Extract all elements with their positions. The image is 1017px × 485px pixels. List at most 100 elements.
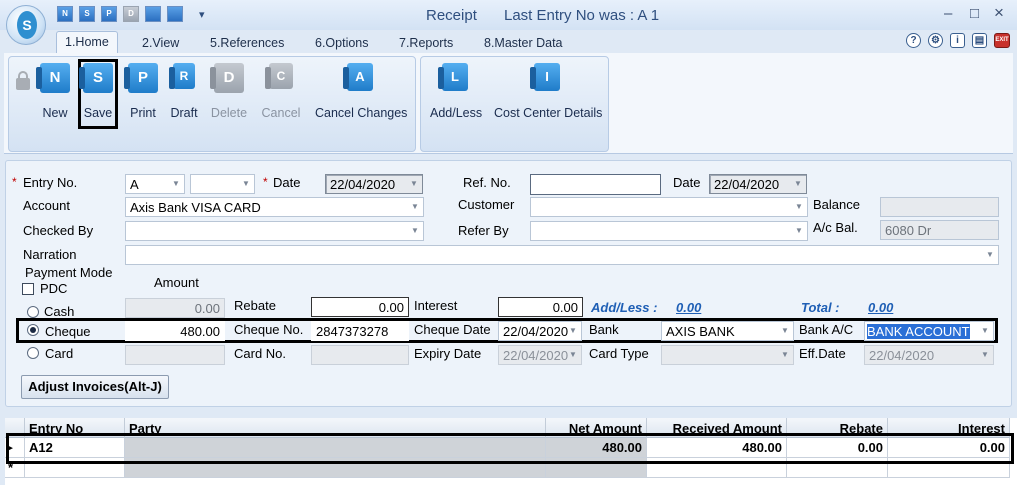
delete-button-label: Delete [210,106,248,120]
ref-date-picker[interactable]: 22/04/2020 ▼ [709,174,807,194]
cancel-icon: C [265,63,293,89]
lock-icon[interactable] [16,71,30,90]
date-label: Date [273,175,301,190]
save-icon: S [79,63,113,93]
app-logo-icon[interactable]: S [6,5,46,45]
eff-date-label: Eff.Date [799,346,846,361]
info-icon[interactable]: i [950,33,965,48]
entry-no-suffix-select[interactable]: ▼ [190,174,255,194]
cheque-amount-input[interactable]: 480.00 [125,321,225,341]
customer-select[interactable]: ▼ [530,197,808,217]
qa-print-icon[interactable]: P [101,6,117,22]
logo-letter: S [17,11,37,39]
cheque-no-label: Cheque No. [234,322,304,337]
tab-master-data[interactable]: 8.Master Data [476,33,571,53]
notes-icon[interactable]: ▤ [972,33,987,48]
card-radio[interactable] [27,347,39,359]
add-less-summary-label: Add/Less : [591,300,658,315]
new-button[interactable]: N New [36,63,73,120]
refer-by-select[interactable]: ▼ [530,221,808,241]
qa-new-icon[interactable]: N [57,6,73,22]
grid-row-highlight [6,433,1014,464]
add-less-icon: L [438,63,468,91]
chevron-down-icon: ▼ [411,202,419,211]
bank-ac-select[interactable]: BANK ACCOUNT ▼ [864,321,994,341]
chevron-down-icon: ▼ [781,350,789,359]
qa-close-doc-icon[interactable] [167,6,183,22]
rebate-input[interactable]: 0.00 [311,297,409,317]
chevron-down-icon: ▼ [781,326,789,335]
cash-radio[interactable] [27,306,39,318]
bank-select[interactable]: AXIS BANK ▼ [661,321,794,341]
account-select[interactable]: Axis Bank VISA CARD ▼ [125,197,424,217]
ac-bal-field: 6080 Dr [880,220,999,240]
chevron-down-icon: ▼ [986,250,994,259]
total-value: 0.00 [868,300,894,315]
chevron-down-icon: ▼ [794,179,802,188]
total-label: Total : [801,300,840,315]
checked-by-label: Checked By [23,223,94,238]
account-label: Account [23,198,70,213]
cash-label: Cash [44,304,75,319]
card-no-field [311,345,409,365]
tab-view[interactable]: 2.View [134,33,187,53]
new-icon: N [36,63,70,93]
narration-input[interactable]: ▼ [125,245,999,265]
add-less-summary-value[interactable]: 0.00 [676,300,701,315]
chevron-down-icon: ▼ [569,326,577,335]
ref-no-input[interactable] [530,174,661,195]
draft-icon: R [169,63,195,89]
add-less-button[interactable]: L Add/Less [430,63,482,120]
pdc-label: PDC [40,281,68,296]
minimize-button[interactable]: – [944,5,952,22]
cheque-date-picker[interactable]: 22/04/2020 ▼ [498,321,582,341]
close-button[interactable]: × [994,3,1004,23]
new-button-label: New [42,106,68,120]
save-button[interactable]: S Save [78,59,118,129]
tab-reports[interactable]: 7.Reports [391,33,461,53]
print-icon: P [124,63,158,93]
tab-options[interactable]: 6.Options [307,33,377,53]
draft-button-label: Draft [170,106,198,120]
last-entry-status: Last Entry No was : A 1 [504,7,660,24]
expiry-date-picker: 22/04/2020 ▼ [498,345,582,365]
exit-icon[interactable]: EXIT [994,33,1010,48]
print-button[interactable]: P Print [124,63,160,120]
settings-icon[interactable]: ⚙ [928,33,943,48]
restore-button[interactable]: □ [970,5,979,22]
qa-delete-icon[interactable]: D [123,6,139,22]
qa-save-icon[interactable]: S [79,6,95,22]
tab-references[interactable]: 5.References [202,33,292,53]
cancel-button[interactable]: C Cancel [261,63,301,120]
adjust-invoices-button[interactable]: Adjust Invoices(Alt-J) [21,375,169,399]
delete-button[interactable]: D Delete [210,63,248,120]
payment-mode-label: Payment Mode [25,265,113,280]
delete-icon: D [210,63,244,93]
chevron-down-icon: ▼ [981,350,989,359]
pdc-checkbox[interactable] [22,283,34,295]
window-title: Receipt [426,7,477,24]
entry-no-series-select[interactable]: A ▼ [125,174,185,194]
qa-exit-icon[interactable] [145,6,161,22]
interest-input[interactable]: 0.00 [498,297,583,317]
checked-by-select[interactable]: ▼ [125,221,424,241]
interest-label: Interest [414,298,458,313]
entry-no-label: Entry No. [23,175,78,190]
cheque-date-label: Cheque Date [414,322,491,337]
draft-button[interactable]: R Draft [168,63,200,120]
qa-customize-dropdown[interactable]: ▾ [199,8,205,21]
ref-date-label: Date [673,175,701,190]
refer-by-label: Refer By [458,223,509,238]
rebate-label: Rebate [234,298,276,313]
required-marker: * [263,175,268,189]
help-icon[interactable]: ? [906,33,921,48]
card-type-select: ▼ [661,345,794,365]
cheque-radio[interactable] [27,324,39,336]
tab-home[interactable]: 1.Home [56,31,118,53]
cancel-changes-button[interactable]: A Cancel Changes [315,63,407,120]
date-picker[interactable]: 22/04/2020 ▼ [325,174,423,194]
card-type-label: Card Type [589,346,649,361]
cheque-no-input[interactable]: 2847373278 [311,321,409,341]
cost-center-details-button[interactable]: I Cost Center Details [494,63,602,120]
chevron-down-icon: ▼ [411,226,419,235]
